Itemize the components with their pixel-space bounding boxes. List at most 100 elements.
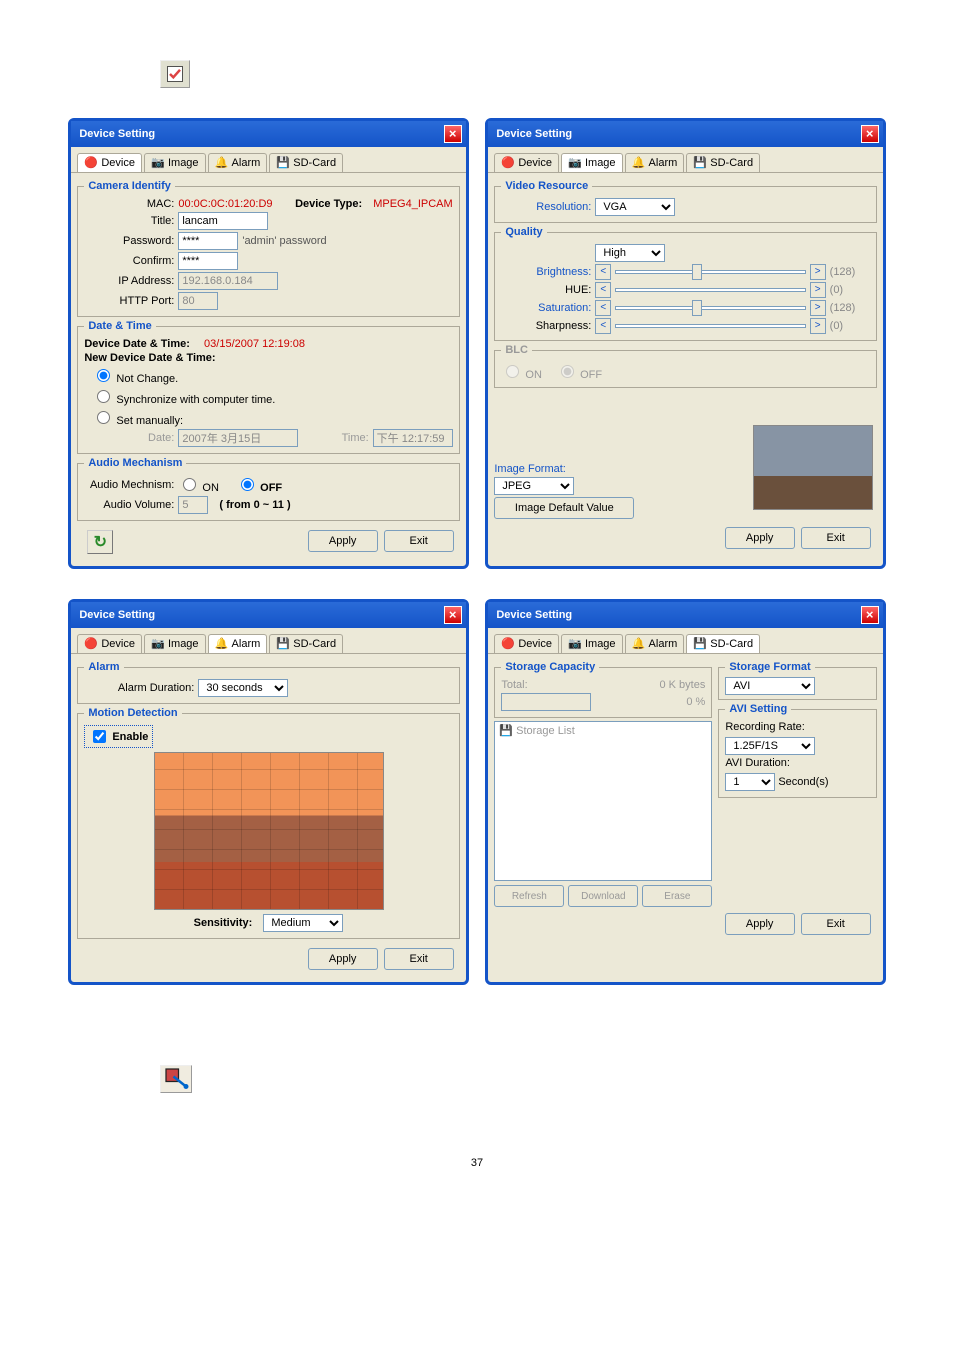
exit-button[interactable]: Exit xyxy=(801,527,871,549)
titlebar[interactable]: Device Setting × xyxy=(71,602,465,628)
group-alarm: Alarm xyxy=(84,661,123,673)
sat-slider[interactable] xyxy=(615,306,805,310)
exit-button[interactable]: Exit xyxy=(384,948,454,970)
tab-image[interactable]: 📷Image xyxy=(144,153,206,172)
quality-select[interactable]: High xyxy=(595,244,665,262)
dialog-title: Device Setting xyxy=(79,128,155,140)
group-videores: Video Resource xyxy=(501,180,592,192)
hue-slider xyxy=(615,288,805,292)
sharp-value: (0) xyxy=(830,320,870,332)
config-icon xyxy=(160,1065,192,1093)
refresh-button[interactable]: Refresh xyxy=(494,885,564,907)
confirm-input[interactable] xyxy=(178,252,238,270)
inc-sat[interactable]: > xyxy=(810,300,826,316)
total-pct: 0 % xyxy=(595,696,705,708)
total-bytes: 0 K bytes xyxy=(532,679,706,691)
device-setting-sdcard: Device Setting × 🔴Device 📷Image 🔔Alarm 💾… xyxy=(485,599,885,985)
lbl-device-type: Device Type: xyxy=(295,198,362,210)
refresh-icon[interactable]: ↻ xyxy=(87,530,113,554)
tab-alarm[interactable]: 🔔Alarm xyxy=(208,153,268,172)
device-setting-image: Device Setting × 🔴Device 📷Image 🔔Alarm 💾… xyxy=(485,118,885,569)
tab-alarm[interactable]: 🔔Alarm xyxy=(625,634,685,653)
tab-image[interactable]: 📷Image xyxy=(561,153,623,172)
duration-select[interactable]: 30 seconds xyxy=(198,679,288,697)
title-input[interactable] xyxy=(178,212,268,230)
motion-preview[interactable] xyxy=(154,752,384,910)
group-quality: Quality xyxy=(501,226,546,238)
close-icon[interactable]: × xyxy=(861,606,879,624)
dec-sharp: < xyxy=(595,318,611,334)
device-setting-alarm: Device Setting × 🔴Device 📷Image 🔔Alarm 💾… xyxy=(68,599,468,985)
group-avi: AVI Setting xyxy=(725,703,791,715)
lbl-date: Date: xyxy=(84,432,174,444)
radio-on[interactable]: ON xyxy=(178,475,219,494)
sat-value: (128) xyxy=(830,302,870,314)
password-input[interactable] xyxy=(178,232,238,250)
res-select[interactable]: VGA xyxy=(595,198,675,216)
close-icon[interactable]: × xyxy=(861,125,879,143)
mac-value: 00:0C:0C:01:20:D9 xyxy=(178,198,272,210)
radio-manual[interactable]: Set manually: xyxy=(92,408,452,427)
lbl-resolution: Resolution: xyxy=(501,201,591,213)
erase-button[interactable]: Erase xyxy=(642,885,712,907)
lbl-duration: Alarm Duration: xyxy=(84,682,194,694)
inc-brightness[interactable]: > xyxy=(810,264,826,280)
titlebar[interactable]: Device Setting × xyxy=(488,121,882,147)
group-storfmt: Storage Format xyxy=(725,661,814,673)
image-preview xyxy=(753,425,873,510)
tab-sdcard[interactable]: 💾SD-Card xyxy=(269,153,343,172)
download-button[interactable]: Download xyxy=(568,885,638,907)
tab-sdcard[interactable]: 💾SD-Card xyxy=(686,634,760,653)
tab-sdcard[interactable]: 💾SD-Card xyxy=(269,634,343,653)
sharp-slider xyxy=(615,324,805,328)
storfmt-select[interactable]: AVI xyxy=(725,677,815,695)
lbl-recrate: Recording Rate: xyxy=(725,721,805,733)
radio-notchange[interactable]: Not Change. xyxy=(92,366,452,385)
recrate-select[interactable]: 1.25F/1S xyxy=(725,737,815,755)
apply-button[interactable]: Apply xyxy=(308,948,378,970)
enable-checkbox[interactable]: Enable xyxy=(84,725,153,748)
lbl-mac: MAC: xyxy=(84,198,174,210)
tab-device[interactable]: 🔴Device xyxy=(494,634,559,653)
lbl-imgfmt: Image Format: xyxy=(494,463,566,475)
radio-sync[interactable]: Synchronize with computer time. xyxy=(92,387,452,406)
apply-button[interactable]: Apply xyxy=(725,527,795,549)
tab-sdcard[interactable]: 💾SD-Card xyxy=(686,153,760,172)
check-icon xyxy=(160,60,190,88)
tab-device[interactable]: 🔴Device xyxy=(494,153,559,172)
tab-device[interactable]: 🔴Device xyxy=(77,634,142,653)
dec-hue: < xyxy=(595,282,611,298)
image-default-button[interactable]: Image Default Value xyxy=(494,497,634,519)
lbl-total: Total: xyxy=(501,679,527,691)
audio-range: ( from 0 ~ 11 ) xyxy=(219,499,290,511)
tab-alarm[interactable]: 🔔Alarm xyxy=(625,153,685,172)
brightness-slider[interactable] xyxy=(615,270,805,274)
exit-button[interactable]: Exit xyxy=(801,913,871,935)
lbl-confirm: Confirm: xyxy=(84,255,174,267)
tab-device[interactable]: 🔴Device xyxy=(77,153,142,172)
close-icon[interactable]: × xyxy=(444,606,462,624)
group-blc: BLC xyxy=(501,344,532,356)
exit-button[interactable]: Exit xyxy=(384,530,454,552)
lbl-title: Title: xyxy=(84,215,174,227)
avidur-select[interactable]: 1 xyxy=(725,773,775,791)
lbl-port: HTTP Port: xyxy=(84,295,174,307)
storage-list[interactable]: 💾 Storage List xyxy=(494,721,712,881)
apply-button[interactable]: Apply xyxy=(725,913,795,935)
dec-sat[interactable]: < xyxy=(595,300,611,316)
tab-alarm[interactable]: 🔔Alarm xyxy=(208,634,268,653)
tab-image[interactable]: 📷Image xyxy=(144,634,206,653)
tab-image[interactable]: 📷Image xyxy=(561,634,623,653)
radio-off[interactable]: OFF xyxy=(236,475,282,494)
device-dt-value: 03/15/2007 12:19:08 xyxy=(204,338,305,350)
sensitivity-select[interactable]: Medium xyxy=(263,914,343,932)
imgfmt-select[interactable]: JPEG xyxy=(494,477,574,495)
lbl-time: Time: xyxy=(342,432,369,444)
radio-blc-on: ON xyxy=(501,362,542,381)
titlebar[interactable]: Device Setting × xyxy=(488,602,882,628)
apply-button[interactable]: Apply xyxy=(308,530,378,552)
lbl-password: Password: xyxy=(84,235,174,247)
close-icon[interactable]: × xyxy=(444,125,462,143)
dec-brightness[interactable]: < xyxy=(595,264,611,280)
titlebar[interactable]: Device Setting × xyxy=(71,121,465,147)
